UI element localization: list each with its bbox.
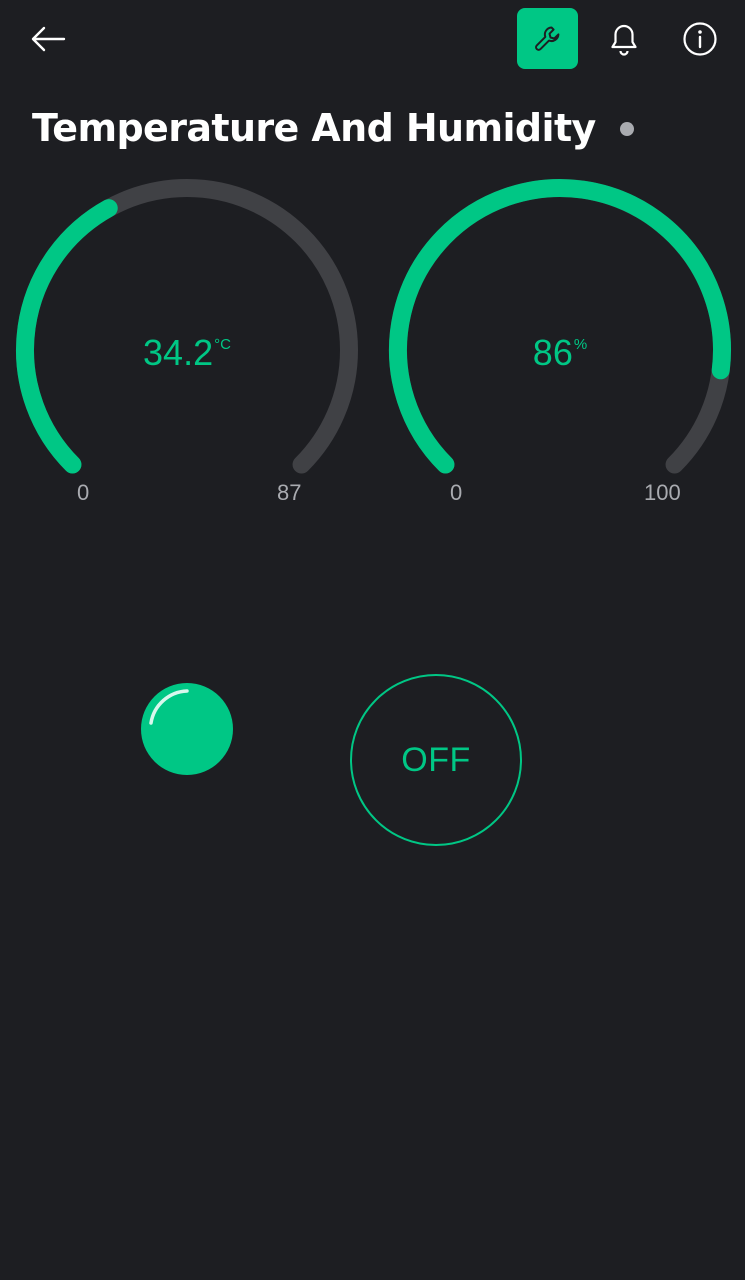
settings-button[interactable]	[517, 8, 578, 69]
info-icon	[683, 22, 717, 56]
notifications-button[interactable]	[598, 14, 650, 64]
dashboard-screen: Temperature And Humidity 34.2°C 0 87 86%…	[0, 0, 745, 1280]
temperature-value: 34.2°C	[7, 332, 367, 374]
humidity-value: 86%	[380, 332, 740, 374]
top-bar	[0, 0, 745, 80]
temperature-unit: °C	[214, 336, 231, 353]
info-button[interactable]	[674, 14, 726, 64]
temperature-gauge: 34.2°C 0 87	[7, 170, 367, 510]
humidity-unit: %	[573, 336, 588, 353]
title-row: Temperature And Humidity	[32, 100, 634, 156]
gauge-min-label: 0	[77, 480, 90, 505]
led-indicator	[141, 683, 233, 775]
wrench-icon	[534, 26, 559, 51]
bell-icon	[611, 24, 637, 56]
back-button[interactable]	[22, 14, 74, 64]
page-title: Temperature And Humidity	[32, 106, 596, 150]
led-highlight	[149, 689, 189, 725]
gauge-fill	[389, 178, 731, 474]
temperature-reading: 34.2	[143, 332, 214, 373]
gauge-max-label: 87	[277, 480, 302, 505]
switch-label: OFF	[401, 740, 471, 779]
humidity-gauge: 86% 0 100	[380, 170, 740, 510]
humidity-reading: 86	[532, 332, 573, 373]
power-switch-button[interactable]: OFF	[350, 674, 522, 846]
gauge-max-label: 100	[644, 480, 681, 505]
device-status-indicator	[619, 122, 634, 136]
gauge-min-label: 0	[450, 480, 463, 505]
back-arrow-icon	[31, 26, 66, 52]
